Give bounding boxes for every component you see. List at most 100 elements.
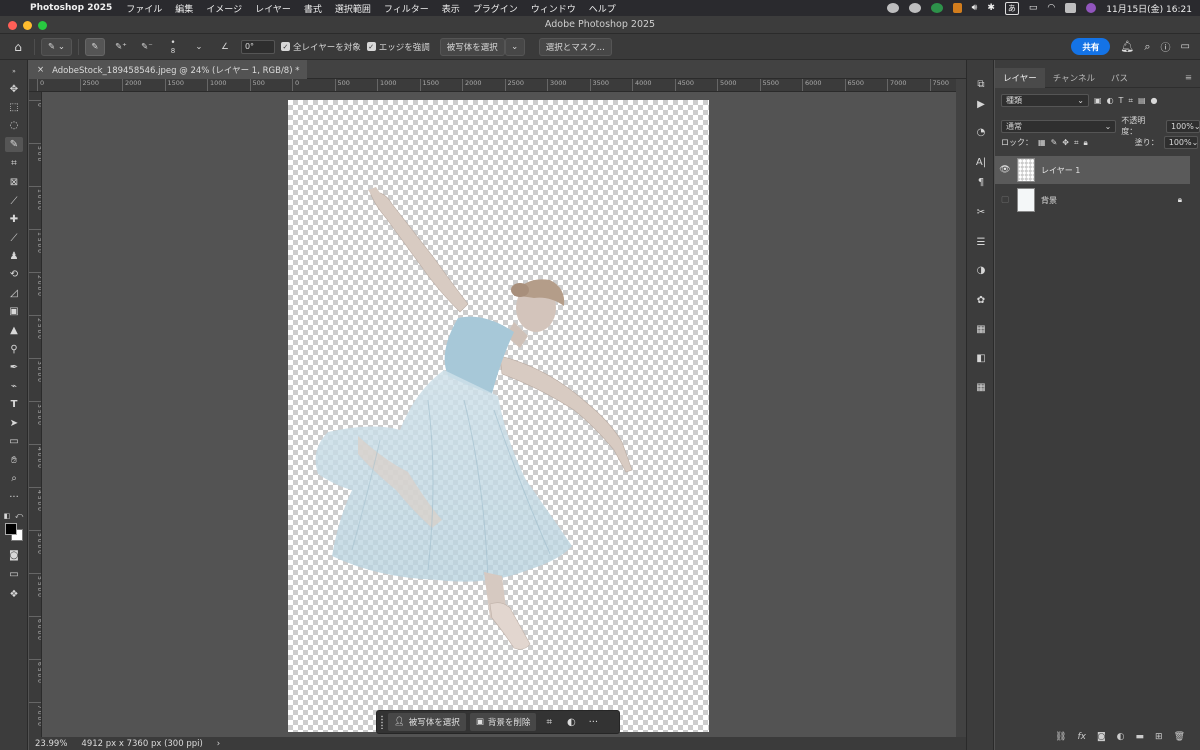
lasso-tool-icon[interactable]: ◌ (5, 118, 23, 133)
siri-icon[interactable] (1086, 3, 1097, 13)
new-layer-icon[interactable]: ⊞ (1155, 732, 1163, 742)
menu-filter[interactable]: フィルター (384, 2, 429, 15)
app-menu[interactable]: Photoshop 2025 (30, 3, 112, 13)
patterns-icon[interactable]: ▦ (973, 379, 989, 395)
taskbar-select-subject-button[interactable]: 👤︎ 被写体を選択 (388, 713, 466, 731)
visibility-eye-icon[interactable]: 👁︎ (995, 165, 1015, 175)
brush-tool-icon[interactable]: ⟋ (5, 231, 23, 246)
filter-smart-object-icon[interactable]: ▤ (1138, 96, 1146, 105)
remove-background-button[interactable]: ▣ 背景を削除 (469, 713, 537, 731)
learn-icon[interactable]: ◔ (973, 124, 989, 140)
pen-tool-icon[interactable]: ✒ (5, 360, 23, 375)
cloud-icon[interactable] (908, 3, 921, 13)
lock-position-icon[interactable]: ✥ (1062, 138, 1069, 147)
move-tool-icon[interactable]: ✥ (5, 82, 23, 97)
layer-row-layer1[interactable]: 👁︎ レイヤー 1 (995, 156, 1190, 184)
control-center-icon[interactable] (1065, 3, 1077, 13)
zoom-tool-icon[interactable]: ⌕ (5, 471, 23, 486)
swap-colors-icon[interactable]: ⤺ (14, 508, 24, 523)
zoom-window-button[interactable] (38, 21, 47, 30)
screen-mode-icon[interactable]: ▭ (5, 567, 23, 582)
angle-field[interactable]: 0° (240, 39, 275, 54)
add-to-selection-icon[interactable]: ✎⁺ (111, 38, 131, 56)
color-icon[interactable]: ✿ (973, 292, 989, 308)
pen-tool-icon-2[interactable]: ⌁ (5, 379, 23, 394)
lock-transparent-icon[interactable]: ▦ (1038, 138, 1046, 147)
tab-layers[interactable]: レイヤー (995, 68, 1045, 88)
new-group-icon[interactable]: ▬ (1136, 732, 1145, 742)
menu-layer[interactable]: レイヤー (255, 2, 291, 15)
foreground-color-swatch[interactable] (5, 523, 17, 535)
filter-adjustment-icon[interactable]: ◐ (1107, 96, 1114, 105)
zoom-level[interactable]: 23.99% (35, 739, 67, 749)
menu-help[interactable]: ヘルプ (589, 2, 616, 15)
path-selection-tool-icon[interactable]: ➤ (5, 416, 23, 431)
sample-all-layers-checkbox[interactable]: ✓ 全レイヤーを対象 (280, 38, 361, 56)
character-icon[interactable]: A| (973, 154, 989, 170)
brush-size-picker[interactable]: • 8 (163, 38, 183, 56)
grammarly-icon[interactable] (930, 3, 943, 13)
lock-image-icon[interactable]: ✎ (1051, 138, 1058, 147)
paragraph-icon[interactable]: ¶ (973, 174, 989, 190)
clock[interactable]: 11月15日(金) 16:21 (1106, 2, 1192, 15)
frame-tool-icon[interactable]: ⊠ (5, 175, 23, 190)
workspace-icon[interactable]: ▭ (1181, 41, 1190, 52)
dodge-tool-icon[interactable]: ⚲ (5, 342, 23, 357)
properties-icon[interactable]: ☰ (973, 234, 989, 250)
battery-icon[interactable]: ▭ (1029, 3, 1038, 13)
gradients-icon[interactable]: ◧ (973, 350, 989, 366)
notifications-bell-icon[interactable]: 🔔︎ (1120, 40, 1134, 53)
tab-paths[interactable]: パス (1103, 68, 1136, 88)
new-selection-brush-icon[interactable]: ✎ (84, 37, 105, 56)
gradient-tool-icon[interactable]: ▣ (5, 304, 23, 319)
close-window-button[interactable] (8, 21, 17, 30)
filter-toggle-icon[interactable]: ● (1151, 96, 1158, 105)
filter-pixel-icon[interactable]: ▣ (1094, 96, 1102, 105)
layer-row-background[interactable]: ▢ 背景 🔒︎ (995, 186, 1190, 214)
share-button[interactable]: 共有 (1071, 38, 1111, 55)
home-icon[interactable]: ⌂ (8, 38, 28, 56)
select-subject-button[interactable]: 被写体を選択 (439, 37, 505, 56)
hand-tool-icon[interactable]: ✋︎ (5, 453, 23, 468)
actions-play-icon[interactable]: ▶ (973, 96, 989, 112)
panel-menu-icon[interactable]: ≡ (1177, 68, 1200, 88)
healing-brush-tool-icon[interactable]: ✚ (5, 212, 23, 227)
lock-artboard-icon[interactable]: ⌗ (1074, 138, 1079, 148)
default-colors-icon[interactable]: ◧ (2, 508, 12, 523)
blend-mode-dropdown[interactable]: 通常 ⌄ (1001, 119, 1117, 133)
layer-style-fx-icon[interactable]: fx (1077, 732, 1086, 742)
toolbar-grip[interactable]: » (5, 64, 23, 79)
filter-kind-dropdown[interactable]: 種類 ⌄ (1001, 94, 1089, 107)
fill-field[interactable]: 100% ⌄ (1163, 136, 1198, 149)
edit-toolbar-icon[interactable]: ··· (5, 490, 23, 505)
quick-selection-tool-icon[interactable]: ✎ (5, 137, 23, 152)
adjustment-icon[interactable]: ◐ (562, 713, 580, 731)
menu-select[interactable]: 選択範囲 (335, 2, 371, 15)
volume-icon[interactable]: 🔊︎ (972, 3, 978, 13)
link-layers-icon[interactable]: ⛓ (1055, 732, 1066, 742)
select-subject-dropdown[interactable]: ⌄ (504, 37, 525, 56)
transform-icon[interactable]: ⌗ (540, 713, 558, 731)
wifi-icon[interactable]: ◠ (1047, 3, 1055, 13)
document-canvas[interactable] (288, 100, 709, 732)
quick-mask-icon[interactable]: ◙ (5, 548, 23, 563)
enhance-edge-checkbox[interactable]: ✓ エッジを強調 (366, 38, 430, 56)
canvas-area[interactable] (42, 92, 956, 737)
menu-file[interactable]: ファイル (126, 2, 162, 15)
new-adjustment-layer-icon[interactable]: ◐ (1117, 732, 1125, 742)
eraser-tool-icon[interactable]: ◿ (5, 286, 23, 301)
clone-stamp-tool-icon[interactable]: ♟ (5, 249, 23, 264)
tool-preset-picker[interactable]: ✎ ⌄ (41, 37, 72, 56)
type-tool-icon[interactable]: T (5, 397, 23, 412)
status-menu-arrow-icon[interactable]: › (217, 739, 220, 749)
filter-type-icon[interactable]: T (1119, 96, 1124, 105)
tab-channels[interactable]: チャンネル (1045, 68, 1103, 88)
select-and-mask-button[interactable]: 選択とマスク... (538, 37, 612, 56)
generative-icon[interactable]: ❖ (5, 587, 23, 602)
taskbar-grip[interactable] (380, 715, 384, 729)
vertical-scrollbar[interactable] (956, 79, 966, 737)
marquee-tool-icon[interactable]: ⬚ (5, 100, 23, 115)
close-tab-icon[interactable]: × (37, 65, 44, 75)
subtract-from-selection-icon[interactable]: ✎⁻ (137, 38, 157, 56)
layer-name[interactable]: レイヤー 1 (1041, 165, 1080, 176)
